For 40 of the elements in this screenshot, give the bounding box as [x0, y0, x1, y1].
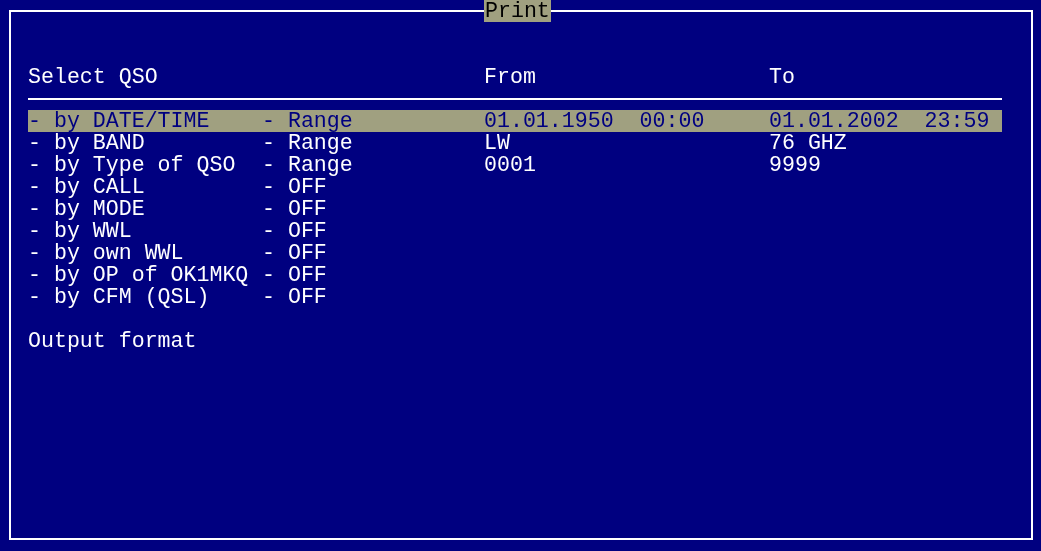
- filter-row[interactable]: - by WWL - OFF: [28, 220, 1002, 242]
- row-text: 01.01.2002: [769, 110, 899, 132]
- row-text: 9999: [769, 154, 821, 176]
- filter-row[interactable]: - by BAND - Range LW 76 GHZ: [28, 132, 1002, 154]
- row-text: - by DATE/TIME: [28, 110, 210, 132]
- row-text: 76 GHZ: [769, 132, 847, 154]
- row-text: 23:59: [924, 110, 990, 132]
- row-text: - Range: [262, 132, 353, 154]
- row-text: - by WWL: [28, 220, 132, 242]
- filter-row[interactable]: - by Type of QSO - Range 0001 9999: [28, 154, 1002, 176]
- row-text: - by MODE: [28, 198, 145, 220]
- row-text: - by own WWL: [28, 242, 184, 264]
- row-text: 01.01.1950: [484, 110, 614, 132]
- filter-row[interactable]: - by CFM (QSL) - OFF: [28, 286, 1002, 308]
- column-header: From: [484, 66, 537, 88]
- column-header: Select QSO: [28, 66, 159, 88]
- filter-row[interactable]: - by CALL - OFF: [28, 176, 1002, 198]
- row-text: - OFF: [262, 220, 327, 242]
- row-text: - OFF: [262, 242, 327, 264]
- row-text: - by Type of QSO: [28, 154, 236, 176]
- row-text: LW: [484, 132, 510, 154]
- row-text: 00:00: [639, 110, 705, 132]
- row-text: - by BAND: [28, 132, 145, 154]
- row-text: - by OP of OK1MKQ: [28, 264, 249, 286]
- row-text: 0001: [484, 154, 536, 176]
- section-label: Output format: [28, 330, 197, 352]
- filter-row[interactable]: - by OP of OK1MKQ - OFF: [28, 264, 1002, 286]
- row-text: - by CALL: [28, 176, 145, 198]
- row-text: - OFF: [262, 176, 327, 198]
- filter-row[interactable]: - by DATE/TIME - Range 01.01.1950 00:00 01.01.2002 23:59: [28, 110, 1002, 132]
- row-text: - OFF: [262, 198, 327, 220]
- filter-row[interactable]: - by own WWL - OFF: [28, 242, 1002, 264]
- filter-row[interactable]: - by MODE - OFF: [28, 198, 1002, 220]
- row-text: - Range: [262, 154, 353, 176]
- window-title: Print: [484, 0, 551, 22]
- row-text: - Range: [262, 110, 353, 132]
- column-header: To: [769, 66, 795, 88]
- row-text: - OFF: [262, 286, 327, 308]
- row-text: - OFF: [262, 264, 327, 286]
- row-text: - by CFM (QSL): [28, 286, 210, 308]
